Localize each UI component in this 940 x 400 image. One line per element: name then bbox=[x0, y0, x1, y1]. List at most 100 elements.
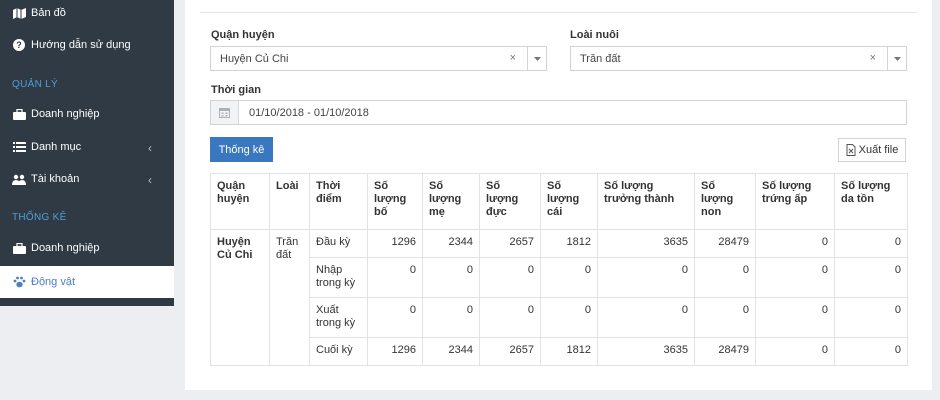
table-cell: 2657 bbox=[479, 229, 541, 258]
table-cell: 1812 bbox=[540, 229, 598, 258]
sidebar-item-stats-company[interactable]: Doanh nghiệp bbox=[0, 232, 174, 264]
period-cell: Đầu kỳ bbox=[309, 229, 368, 258]
sidebar-item-label: Doanh nghiệp bbox=[31, 108, 100, 120]
users-icon bbox=[12, 173, 26, 185]
time-label: Thời gian bbox=[211, 84, 261, 96]
table-cell: 0 bbox=[367, 257, 423, 298]
table-cell: 1296 bbox=[367, 229, 423, 258]
divider bbox=[200, 12, 917, 13]
column-header: Quận huyện bbox=[210, 173, 270, 230]
column-header: Số lượng cái bbox=[540, 173, 598, 230]
date-range-value: 01/10/2018 - 01/10/2018 bbox=[249, 107, 369, 119]
sidebar-item-accounts[interactable]: Tài khoản ‹ bbox=[0, 163, 174, 195]
table-cell: 0 bbox=[755, 257, 835, 298]
table-cell: 3635 bbox=[597, 229, 695, 258]
chevron-down-icon[interactable] bbox=[887, 47, 906, 70]
briefcase-icon bbox=[12, 242, 26, 254]
table-cell: 1296 bbox=[367, 337, 423, 366]
table-cell: 0 bbox=[834, 297, 908, 338]
date-range-input[interactable]: 01/10/2018 - 01/10/2018 bbox=[210, 100, 907, 125]
table-cell: 28479 bbox=[694, 337, 756, 366]
table-row: Huyện Củ Chi Trăn đất Đầu kỳ 1296 2344 2… bbox=[210, 229, 908, 366]
chevron-left-icon: ‹ bbox=[148, 141, 152, 155]
table-cell: 2344 bbox=[422, 337, 480, 366]
table-cell: 0 bbox=[540, 297, 598, 338]
column-header: Số lượng non bbox=[694, 173, 756, 230]
sidebar: Bản đồ ? Hướng dẫn sử dụng QUẢN LÝ Doanh… bbox=[0, 0, 174, 306]
sidebar-item-animals[interactable]: Động vật bbox=[0, 266, 174, 298]
calendar-icon bbox=[211, 101, 239, 124]
table-cell: 0 bbox=[834, 337, 908, 366]
sidebar-item-label: Bản đồ bbox=[31, 7, 66, 19]
sidebar-item-label: Tài khoản bbox=[31, 173, 80, 185]
column-header: Số lượng đực bbox=[479, 173, 541, 230]
clear-icon[interactable]: × bbox=[510, 52, 516, 64]
period-cell: Xuất trong kỳ bbox=[309, 297, 368, 338]
table-cell: 0 bbox=[422, 297, 480, 338]
chevron-down-icon[interactable] bbox=[527, 47, 546, 70]
svg-text:?: ? bbox=[16, 40, 22, 50]
sidebar-item-map[interactable]: Bản đồ bbox=[0, 0, 174, 29]
table-cell: 0 bbox=[367, 297, 423, 338]
column-header: Số lượng trưởng thành bbox=[597, 173, 695, 230]
sidebar-item-help[interactable]: ? Hướng dẫn sử dụng bbox=[0, 29, 174, 61]
table-cell: 0 bbox=[597, 297, 695, 338]
column-header: Loài bbox=[269, 173, 310, 230]
column-header: Số lượng trứng ấp bbox=[755, 173, 835, 230]
table-cell: 2344 bbox=[422, 229, 480, 258]
type-select[interactable]: Trăn đất × bbox=[570, 46, 907, 71]
list-icon bbox=[12, 141, 26, 153]
table-cell: 0 bbox=[479, 297, 541, 338]
column-header: Số lượng da tồn bbox=[834, 173, 908, 230]
district-cell: Huyện Củ Chi bbox=[210, 229, 270, 366]
export-file-button[interactable]: Xuất file bbox=[838, 138, 906, 162]
paw-icon bbox=[12, 276, 26, 288]
section-label-stats: THỐNG KÊ bbox=[12, 212, 67, 223]
table-header-row: Quận huyện Loài Thời điểm Số lượng bố Số… bbox=[210, 173, 908, 230]
table-cell: 0 bbox=[597, 257, 695, 298]
table-row: Nhập trong kỳ 0 0 0 0 0 0 0 0 bbox=[211, 257, 908, 298]
table-cell: 0 bbox=[479, 257, 541, 298]
table-cell: 1812 bbox=[540, 337, 598, 366]
column-header: Số lượng mẹ bbox=[422, 173, 480, 230]
sidebar-item-label: Doanh nghiệp bbox=[31, 242, 100, 254]
table-row: Cuối kỳ 1296 2344 2657 1812 3635 28479 0… bbox=[211, 337, 908, 366]
district-select[interactable]: Huyện Củ Chi × bbox=[210, 46, 547, 71]
clear-icon[interactable]: × bbox=[870, 52, 876, 64]
sidebar-item-label: Hướng dẫn sử dụng bbox=[31, 39, 131, 51]
table-cell: 2657 bbox=[479, 337, 541, 366]
briefcase-icon bbox=[12, 108, 26, 120]
sidebar-item-label: Động vật bbox=[31, 276, 76, 288]
table-cell: 0 bbox=[422, 257, 480, 298]
stats-button[interactable]: Thống kê bbox=[210, 137, 273, 162]
species-cell: Trăn đất bbox=[269, 229, 310, 366]
export-file-label: Xuất file bbox=[858, 144, 899, 156]
type-label: Loài nuôi bbox=[570, 29, 619, 41]
table-cell: 0 bbox=[540, 257, 598, 298]
sidebar-item-label: Danh mục bbox=[31, 141, 82, 153]
period-cell: Cuối kỳ bbox=[309, 337, 368, 366]
map-icon bbox=[12, 7, 26, 19]
question-circle-icon: ? bbox=[12, 39, 26, 51]
type-select-value: Trăn đất bbox=[580, 52, 621, 65]
sidebar-item-catalog[interactable]: Danh mục ‹ bbox=[0, 131, 174, 163]
table-cell: 0 bbox=[834, 257, 908, 298]
table-cell: 0 bbox=[755, 229, 835, 258]
column-header: Số lượng bố bbox=[367, 173, 423, 230]
table-cell: 0 bbox=[755, 297, 835, 338]
stats-table: Quận huyện Loài Thời điểm Số lượng bố Số… bbox=[210, 173, 908, 366]
table-cell: 0 bbox=[834, 229, 908, 258]
table-cell: 0 bbox=[755, 337, 835, 366]
file-export-icon bbox=[846, 144, 856, 156]
table-cell: 3635 bbox=[597, 337, 695, 366]
district-label: Quận huyện bbox=[211, 29, 275, 41]
district-select-value: Huyện Củ Chi bbox=[220, 52, 289, 65]
section-label-manage: QUẢN LÝ bbox=[12, 79, 59, 90]
table-cell: 28479 bbox=[694, 229, 756, 258]
table-cell: 0 bbox=[694, 257, 756, 298]
table-cell: 0 bbox=[694, 297, 756, 338]
period-cell: Nhập trong kỳ bbox=[309, 257, 368, 298]
chevron-left-icon: ‹ bbox=[148, 173, 152, 187]
column-header: Thời điểm bbox=[309, 173, 368, 230]
sidebar-item-manage-company[interactable]: Doanh nghiệp bbox=[0, 98, 174, 130]
